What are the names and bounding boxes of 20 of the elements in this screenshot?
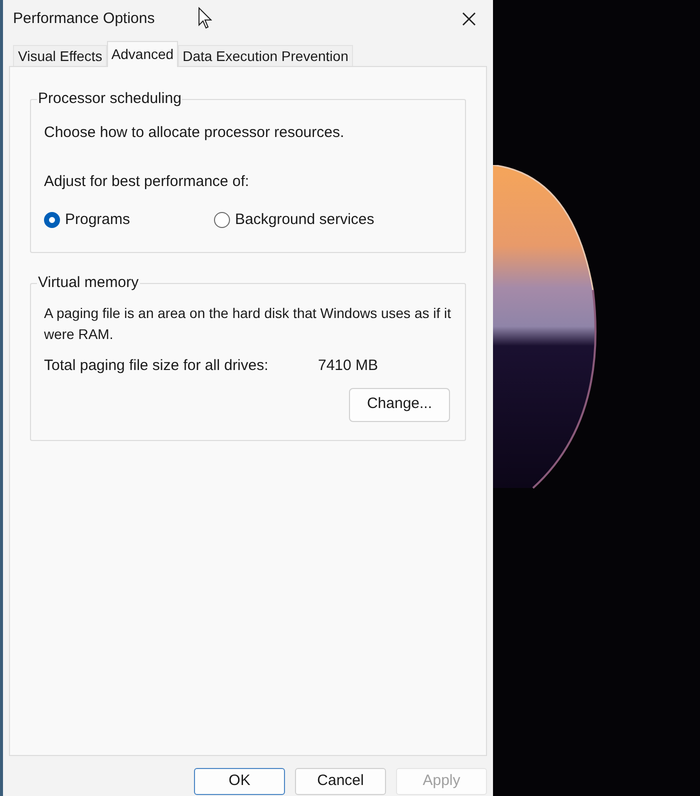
close-icon: [462, 12, 476, 26]
description-text: Choose how to allocate processor resources.: [44, 123, 346, 143]
radio-option[interactable]: Background services: [214, 209, 374, 232]
group-title: Virtual memory: [37, 274, 140, 292]
radio-button[interactable]: [44, 212, 60, 228]
radio-option[interactable]: Programs: [44, 209, 130, 232]
tab[interactable]: Data Execution Prevention: [178, 45, 354, 66]
tab[interactable]: Visual Effects: [13, 45, 108, 66]
window-title: Performance Options: [13, 8, 155, 29]
group-title: Processor scheduling: [37, 90, 182, 108]
change-button[interactable]: Change...: [349, 388, 450, 422]
prompt-text: Adjust for best performance of:: [44, 172, 250, 192]
total-value: 7410 MB: [318, 356, 378, 376]
cursor-icon: [198, 7, 212, 29]
dialog-button[interactable]: Cancel: [295, 768, 386, 795]
dialog-button[interactable]: OK: [194, 768, 285, 795]
tab[interactable]: Advanced: [107, 41, 178, 67]
total-label: Total paging file size for all drives:: [44, 356, 270, 376]
radio-button[interactable]: [214, 212, 230, 228]
description-text: A paging file is an area on the hard disk that Windows uses as if it were RAM.: [44, 304, 452, 344]
